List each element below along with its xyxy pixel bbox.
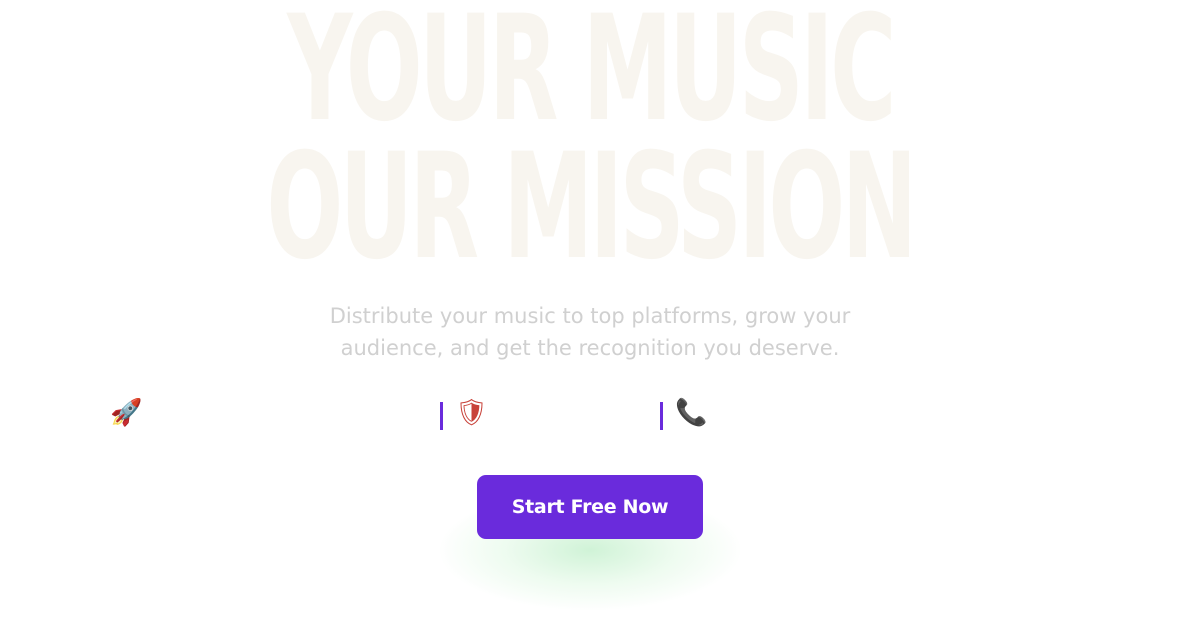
hero-title-line-2: OUR MISSION: [266, 122, 917, 292]
hero-title-line-1: YOUR MUSIC: [287, 0, 896, 154]
hero-subtitle: Distribute your music to top platforms, …: [329, 304, 851, 360]
landing-page: YOUR MUSIC OUR MISSION Distribute your m…: [0, 0, 1180, 637]
shield-icon: 🛡: [455, 398, 489, 428]
feature-row: 🚀 🛡 📞: [0, 396, 1180, 432]
rocket-icon: 🚀: [110, 398, 143, 428]
feature-item-protection: 🛡: [440, 396, 488, 430]
feature-item-distribution: 🚀: [110, 396, 142, 430]
phone-icon: 📞: [675, 398, 708, 428]
feature-divider: [660, 402, 663, 430]
feature-divider: [440, 402, 443, 430]
hero-title: YOUR MUSIC OUR MISSION: [224, 0, 956, 292]
start-free-now-button[interactable]: Start Free Now: [477, 475, 703, 539]
feature-item-support: 📞: [660, 396, 707, 430]
